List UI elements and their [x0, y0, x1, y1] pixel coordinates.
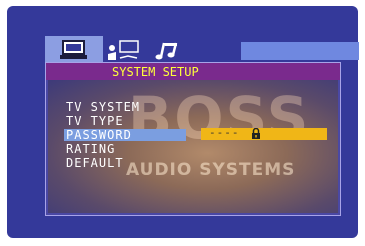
- monitor-icon: [60, 40, 87, 59]
- lock-icon: [252, 128, 260, 139]
- page-title: SYSTEM SETUP: [112, 65, 199, 79]
- menu-item-password[interactable]: PASSWORD: [64, 129, 186, 141]
- speaker-icon: [108, 40, 139, 60]
- setup-panel: SYSTEM SETUP BOSS AUDIO SYSTEMS TV SYSTE…: [45, 62, 341, 216]
- tab-strip-filler: [241, 42, 359, 60]
- music-note-icon: [155, 42, 178, 60]
- watermark-text: AUDIO SYSTEMS: [126, 160, 296, 180]
- menu-item-default[interactable]: DEFAULT: [66, 157, 124, 169]
- password-value: ----: [209, 126, 240, 139]
- password-field[interactable]: ----: [201, 126, 327, 140]
- menu-item-tv-type[interactable]: TV TYPE: [66, 115, 124, 127]
- watermark-logo: BOSS: [128, 84, 311, 152]
- osd-screen: SYSTEM SETUP BOSS AUDIO SYSTEMS TV SYSTE…: [7, 6, 359, 238]
- menu-item-rating[interactable]: RATING: [66, 143, 115, 155]
- menu-item-tv-system[interactable]: TV SYSTEM: [66, 101, 140, 113]
- title-bar: SYSTEM SETUP: [46, 63, 340, 80]
